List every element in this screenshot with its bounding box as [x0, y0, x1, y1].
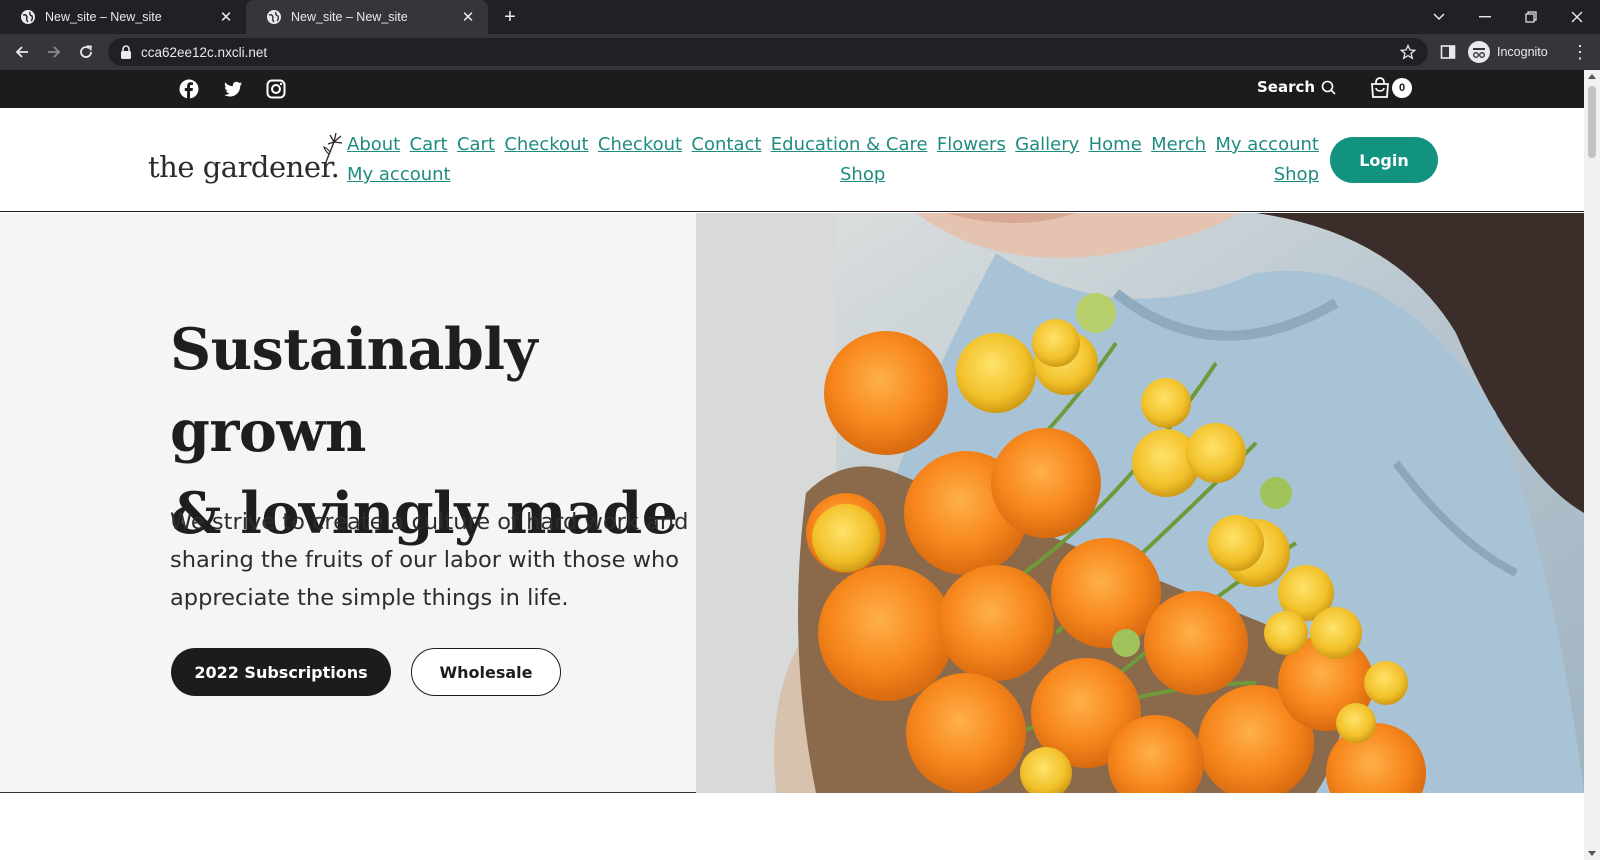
nav-link-contact[interactable]: Contact	[691, 130, 761, 160]
scrollbar-thumb[interactable]	[1588, 86, 1596, 158]
shopping-bag-icon	[1371, 77, 1389, 98]
incognito-label: Incognito	[1497, 45, 1548, 59]
address-bar[interactable]: cca62ee12c.nxcli.net	[108, 38, 1428, 66]
tab-title: New_site – New_site	[291, 10, 408, 24]
hero-subtitle: We strive to create a culture of hard wo…	[170, 509, 689, 611]
browser-tab-bar: New_site – New_site ✕ New_site – New_sit…	[0, 0, 1600, 34]
nav-link-gallery[interactable]: Gallery	[1015, 130, 1079, 160]
cart-link[interactable]: 0	[1370, 77, 1412, 99]
close-tab-icon[interactable]: ✕	[218, 9, 234, 26]
back-arrow-icon[interactable]	[10, 40, 34, 64]
nav-link-home[interactable]: Home	[1089, 130, 1142, 160]
nav-link-cart[interactable]: Cart	[457, 130, 495, 160]
hero-bouquet-image	[696, 213, 1584, 793]
close-tab-icon[interactable]: ✕	[460, 9, 476, 26]
browser-tab-active[interactable]: New_site – New_site ✕	[246, 0, 488, 34]
nav-link-shop[interactable]: Shop	[1274, 160, 1319, 190]
instagram-icon[interactable]	[266, 79, 286, 99]
forward-arrow-icon[interactable]	[42, 40, 66, 64]
incognito-profile-button[interactable]: Incognito	[1468, 38, 1548, 66]
nav-link-merch[interactable]: Merch	[1151, 130, 1206, 160]
tab-title: New_site – New_site	[45, 10, 162, 24]
subscriptions-button[interactable]: 2022 Subscriptions	[171, 648, 391, 696]
browser-tab[interactable]: New_site – New_site ✕	[0, 0, 246, 34]
nav-link-checkout[interactable]: Checkout	[504, 130, 588, 160]
wholesale-button[interactable]: Wholesale	[411, 648, 561, 696]
nav-link-my-account[interactable]: My account	[347, 160, 451, 190]
url-text: cca62ee12c.nxcli.net	[141, 44, 268, 60]
site-header: the gardener. About Cart Cart Checkout C…	[0, 108, 1584, 212]
globe-icon	[267, 10, 281, 24]
main-navigation: About Cart Cart Checkout Checkout Contac…	[346, 130, 1320, 190]
scroll-up-arrow-icon[interactable]	[1588, 74, 1596, 79]
nav-link-checkout[interactable]: Checkout	[598, 130, 682, 160]
site-logo[interactable]: the gardener.	[148, 150, 340, 184]
lock-icon	[121, 45, 131, 59]
side-panel-icon[interactable]	[1440, 44, 1456, 60]
restore-icon[interactable]	[1508, 0, 1554, 34]
utility-bar: Search 0	[0, 70, 1584, 108]
page-scrollbar[interactable]	[1584, 70, 1600, 860]
nav-link-education-care[interactable]: Education & Care	[771, 130, 928, 160]
facebook-icon[interactable]	[179, 79, 199, 99]
tab-search-icon[interactable]	[1416, 0, 1462, 34]
hero-title-line1: Sustainably grown	[170, 316, 538, 465]
scroll-down-arrow-icon[interactable]	[1588, 851, 1596, 856]
incognito-icon	[1468, 41, 1490, 63]
browser-toolbar: cca62ee12c.nxcli.net Incognito ⋮	[0, 34, 1600, 70]
page-viewport: Search 0 the gardener. About Cart Cart C…	[0, 70, 1584, 860]
nav-link-about[interactable]: About	[347, 130, 400, 160]
search-label: Search	[1257, 78, 1316, 96]
cart-count-badge: 0	[1392, 78, 1412, 98]
browser-menu-icon[interactable]: ⋮	[1570, 42, 1590, 62]
nav-link-flowers[interactable]: Flowers	[937, 130, 1006, 160]
minimize-icon[interactable]	[1462, 0, 1508, 34]
reload-icon[interactable]	[74, 40, 98, 64]
new-tab-button[interactable]: +	[498, 5, 522, 29]
close-window-icon[interactable]	[1554, 0, 1600, 34]
nav-link-cart[interactable]: Cart	[410, 130, 448, 160]
nav-link-shop[interactable]: Shop	[840, 160, 885, 190]
twitter-icon[interactable]	[223, 79, 243, 99]
search-icon	[1321, 80, 1336, 95]
login-button[interactable]: Login	[1330, 137, 1438, 183]
bookmark-star-icon[interactable]	[1400, 44, 1416, 60]
globe-icon	[21, 10, 35, 24]
search-link[interactable]: Search	[1257, 78, 1336, 96]
hero-section: Sustainably grown & lovingly made We str…	[0, 213, 1584, 793]
nav-link-my-account[interactable]: My account	[1215, 130, 1319, 160]
